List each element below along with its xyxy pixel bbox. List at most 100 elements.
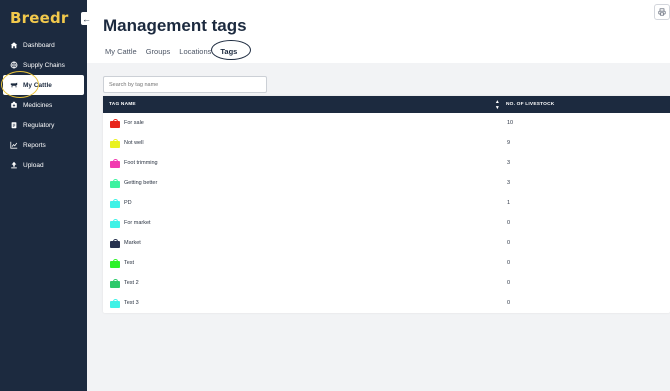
tags-table: TAG NAME ▲ ▼ NO. OF LIVESTOCK For sale 10 N…	[103, 96, 670, 313]
medicine-icon	[10, 101, 18, 109]
home-icon	[10, 41, 18, 49]
upload-icon	[10, 161, 18, 169]
chart-icon	[10, 141, 18, 149]
table-row[interactable]: Test 0	[103, 253, 670, 273]
table-row[interactable]: For market 0	[103, 213, 670, 233]
printer-icon	[658, 8, 666, 16]
sidebar-item-regulatory[interactable]: Regulatory	[0, 115, 87, 135]
tag-body	[110, 240, 120, 248]
tag-icon	[110, 218, 120, 228]
table-row[interactable]: Market 0	[103, 233, 670, 253]
tag-name-cell: For market	[103, 218, 507, 228]
sidebar-item-label: Medicines	[23, 101, 53, 109]
sidebar-nav: Dashboard Supply Chains My Cattle Medici…	[0, 35, 87, 175]
table-row[interactable]: For sale 10	[103, 113, 670, 133]
table-row[interactable]: Test 3 0	[103, 293, 670, 313]
tag-name: Not well	[124, 140, 144, 146]
sidebar-item-label: Dashboard	[23, 41, 55, 49]
tag-name-cell: Not well	[103, 138, 507, 148]
tag-icon	[110, 118, 120, 128]
tag-icon	[110, 198, 120, 208]
tag-name: Test 2	[124, 280, 139, 286]
table-row[interactable]: PD 1	[103, 193, 670, 213]
tab-my-cattle[interactable]: My Cattle	[105, 47, 137, 56]
sidebar: Breedr Dashboard Supply Chains My Cattle	[0, 0, 87, 391]
tag-name: Getting better	[124, 180, 158, 186]
livestock-count: 3	[507, 180, 511, 186]
tag-body	[110, 160, 120, 168]
collapse-sidebar-button[interactable]: ←	[81, 12, 92, 25]
search-input[interactable]	[103, 76, 267, 93]
tab-tags[interactable]: Tags	[211, 40, 252, 60]
sidebar-item-label: Supply Chains	[23, 61, 65, 69]
highlight-ring	[211, 40, 252, 60]
tag-name-cell: Getting better	[103, 178, 507, 188]
sidebar-item-dashboard[interactable]: Dashboard	[0, 35, 87, 55]
tag-name-cell: Test 3	[103, 298, 507, 308]
tag-icon	[110, 158, 120, 168]
livestock-count: 10	[507, 120, 514, 126]
tag-body	[110, 140, 120, 148]
tag-icon	[110, 298, 120, 308]
main-content: Management tags My Cattle Groups Locatio…	[87, 0, 670, 391]
livestock-count: 0	[507, 300, 511, 306]
clipboard-icon	[10, 121, 18, 129]
tag-body	[110, 180, 120, 188]
tab-bar: My Cattle Groups Locations Tags	[105, 40, 252, 60]
column-header-label: TAG NAME	[109, 102, 136, 107]
tag-name: For market	[124, 220, 151, 226]
tag-name: PD	[124, 200, 132, 206]
sidebar-item-medicines[interactable]: Medicines	[0, 95, 87, 115]
tab-locations[interactable]: Locations	[179, 47, 211, 56]
tag-body	[110, 220, 120, 228]
tag-name: Test 3	[124, 300, 139, 306]
livestock-count: 0	[507, 260, 511, 266]
sort-icon[interactable]: ▲ ▼	[495, 99, 500, 111]
tab-groups[interactable]: Groups	[146, 47, 171, 56]
tag-name-cell: For sale	[103, 118, 507, 128]
table-row[interactable]: Getting better 3	[103, 173, 670, 193]
livestock-count: 0	[507, 220, 511, 226]
breedr-logo[interactable]: Breedr	[10, 9, 69, 27]
sidebar-item-label: Upload	[23, 161, 44, 169]
table-body: For sale 10 Not well 9 Foot trimming 3 Getting…	[103, 113, 670, 313]
sidebar-item-label: Reports	[23, 141, 46, 149]
livestock-count: 1	[507, 200, 511, 206]
tag-icon	[110, 178, 120, 188]
arrow-left-icon: ←	[82, 13, 91, 24]
livestock-count: 0	[507, 280, 511, 286]
tag-body	[110, 200, 120, 208]
livestock-count: 0	[507, 240, 511, 246]
table-row[interactable]: Not well 9	[103, 133, 670, 153]
tag-name-cell: Foot trimming	[103, 158, 507, 168]
page-title: Management tags	[103, 16, 247, 35]
table-header: TAG NAME ▲ ▼ NO. OF LIVESTOCK	[103, 96, 670, 113]
tag-name-cell: Test	[103, 258, 507, 268]
highlight-ring	[1, 71, 39, 98]
table-row[interactable]: Test 2 0	[103, 273, 670, 293]
sidebar-item-reports[interactable]: Reports	[0, 135, 87, 155]
tag-name: Foot trimming	[124, 160, 158, 166]
sidebar-item-my-cattle[interactable]: My Cattle	[1, 71, 84, 98]
tag-body	[110, 120, 120, 128]
print-button[interactable]	[654, 4, 670, 20]
tag-name-cell: Test 2	[103, 278, 507, 288]
table-row[interactable]: Foot trimming 3	[103, 153, 670, 173]
tag-body	[110, 300, 120, 308]
livestock-count: 9	[507, 140, 511, 146]
tag-icon	[110, 238, 120, 248]
tag-name: For sale	[124, 120, 144, 126]
sidebar-item-upload[interactable]: Upload	[0, 155, 87, 175]
tag-body	[110, 280, 120, 288]
tag-body	[110, 260, 120, 268]
tag-name-cell: Market	[103, 238, 507, 248]
sidebar-item-label: Regulatory	[23, 121, 55, 129]
tag-icon	[110, 258, 120, 268]
globe-icon	[10, 61, 18, 69]
tag-icon	[110, 138, 120, 148]
column-header-tag-name[interactable]: TAG NAME ▲ ▼	[103, 99, 506, 111]
column-header-livestock-count[interactable]: NO. OF LIVESTOCK	[506, 102, 554, 107]
livestock-count: 3	[507, 160, 511, 166]
tag-name: Market	[124, 240, 141, 246]
page-header: Management tags My Cattle Groups Locatio…	[87, 0, 670, 63]
